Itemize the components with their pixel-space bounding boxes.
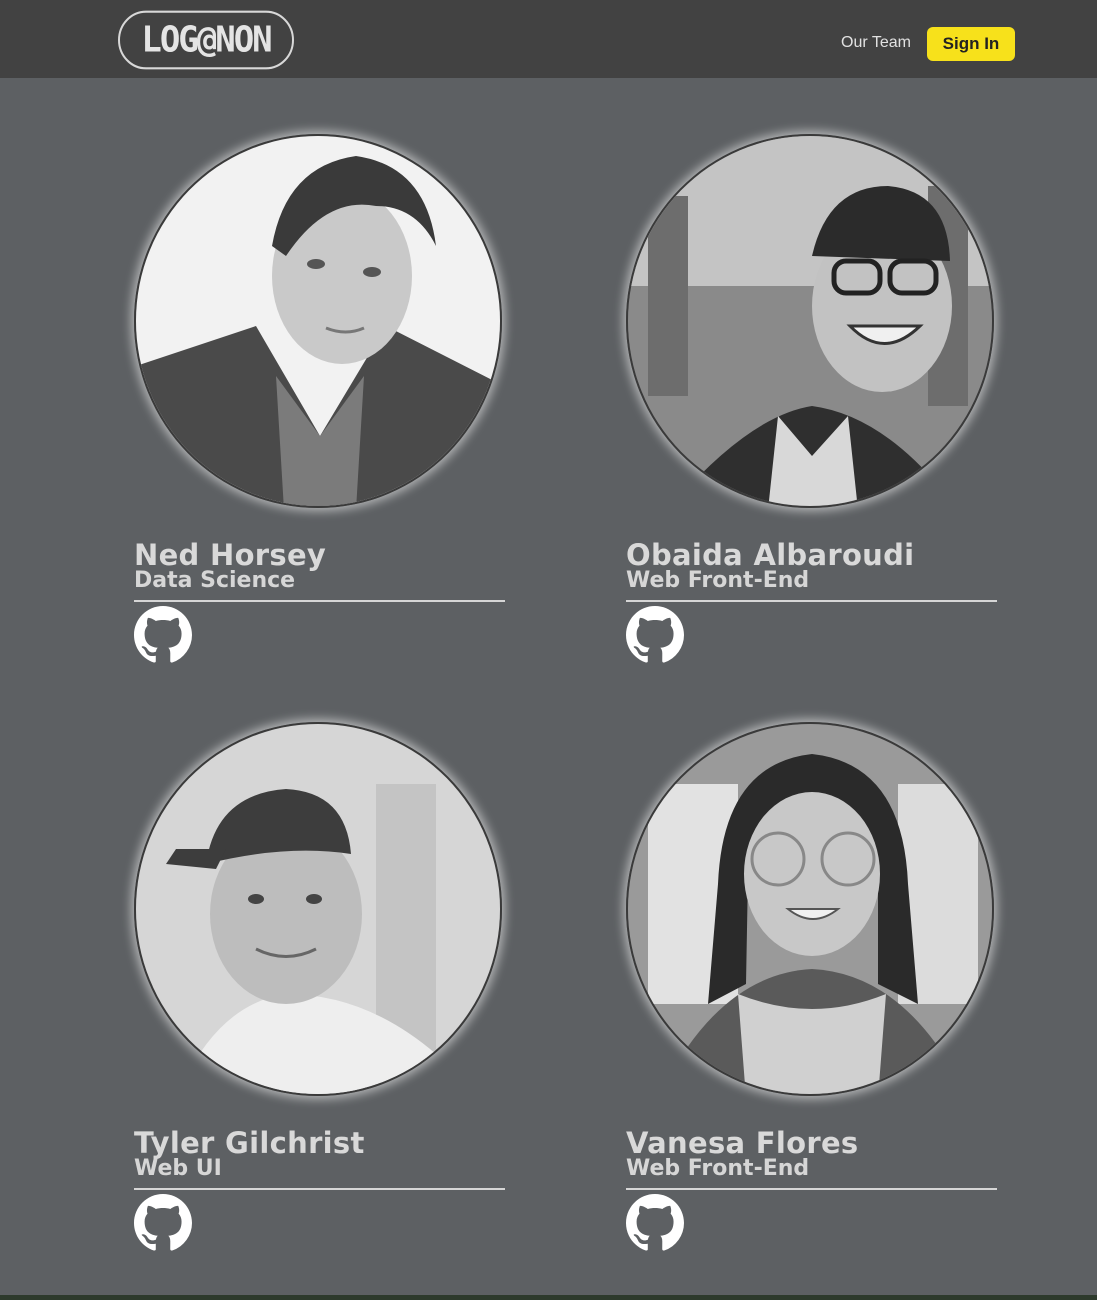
github-icon[interactable]	[134, 1194, 192, 1252]
divider	[134, 600, 505, 602]
site-header: LOG@NON Our Team Sign In	[0, 0, 1097, 78]
github-icon[interactable]	[134, 606, 192, 664]
member-name: Vanesa Flores	[626, 1126, 859, 1160]
member-photo	[626, 722, 994, 1096]
github-icon[interactable]	[626, 1194, 684, 1252]
logo[interactable]: LOG@NON	[118, 10, 294, 70]
member-name: Obaida Albaroudi	[626, 538, 915, 572]
member-photo	[134, 722, 502, 1096]
github-icon[interactable]	[626, 606, 684, 664]
member-role: Data Science	[134, 568, 296, 593]
member-photo	[134, 134, 502, 508]
member-photo	[626, 134, 994, 508]
member-role: Web UI	[134, 1156, 222, 1181]
sign-in-button[interactable]: Sign In	[927, 27, 1015, 61]
divider	[626, 1188, 997, 1190]
divider	[626, 600, 997, 602]
member-name: Ned Horsey	[134, 538, 327, 572]
member-name: Tyler Gilchrist	[134, 1126, 365, 1160]
member-role: Web Front-End	[626, 568, 810, 593]
divider	[134, 1188, 505, 1190]
member-role: Web Front-End	[626, 1156, 810, 1181]
nav-link-our-team[interactable]: Our Team	[841, 34, 911, 52]
footer-strip	[0, 1295, 1097, 1300]
